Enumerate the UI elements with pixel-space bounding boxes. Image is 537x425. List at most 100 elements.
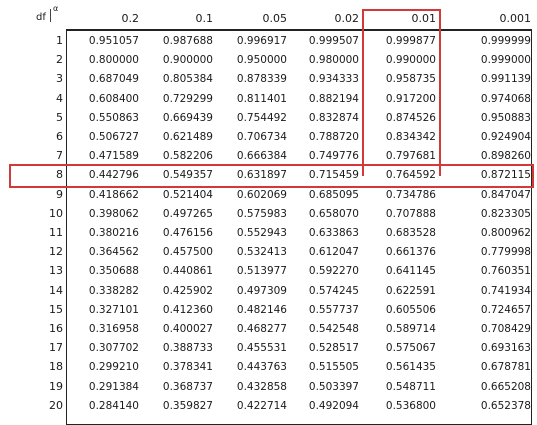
table-cell: 0.536800: [385, 399, 436, 412]
highlighted-column-box: [362, 9, 441, 176]
table-cell: 0.532413: [236, 246, 287, 259]
table-cell: 0.602069: [236, 188, 287, 201]
df-label: df: [36, 12, 46, 23]
table-cell: 0.557737: [308, 303, 359, 316]
table-cell: 0.582206: [162, 150, 213, 163]
table-cell: 0.548711: [385, 380, 436, 393]
table-cell: 0.724657: [480, 303, 531, 316]
table-cell: 0.471589: [88, 150, 139, 163]
table-cell: 0.368737: [162, 380, 213, 393]
table-cell: 0.754492: [236, 111, 287, 124]
table-cell: 0.987688: [162, 35, 213, 47]
table-cell: 0.561435: [385, 361, 436, 374]
table-cell: 0.678781: [480, 361, 531, 374]
table-cell: 0.378341: [162, 361, 213, 374]
table-cell: 0.633863: [308, 227, 359, 239]
table-cell: 0.542548: [308, 323, 359, 335]
df-cell: 6: [56, 130, 63, 143]
table-cell: 0.693163: [480, 342, 531, 355]
table-cell: 0.338282: [88, 284, 139, 297]
table-cell: 0.612047: [308, 246, 359, 259]
df-cell: 3: [56, 72, 63, 86]
table-cell: 0.779998: [480, 246, 531, 259]
table-cell: 0.882194: [308, 92, 359, 105]
table-cell: 0.605506: [385, 303, 436, 316]
df-cell: 15: [49, 302, 63, 316]
table-cell: 0.999999: [480, 35, 531, 47]
table-cell: 0.400027: [162, 323, 213, 335]
table-cell: 0.661376: [385, 246, 436, 259]
table-cell: 0.350688: [88, 265, 139, 278]
table-cell: 0.800962: [480, 227, 531, 239]
table-cell: 0.878339: [236, 73, 287, 86]
table-cell: 0.980000: [308, 54, 359, 67]
df-cell: 4: [56, 91, 63, 105]
table-cell: 0.706734: [236, 131, 287, 143]
table-cell: 0.457500: [162, 246, 213, 259]
table-cell: 0.552943: [236, 227, 287, 239]
df-cell: 1: [56, 34, 63, 47]
table-cell: 0.999000: [480, 54, 531, 67]
table-cell: 0.996917: [236, 35, 287, 47]
table-cell: 0.621489: [162, 131, 213, 143]
table-cell: 0.800000: [88, 54, 139, 67]
table-cell: 0.707888: [385, 207, 436, 220]
table-cell: 0.425902: [162, 284, 213, 297]
table-cell: 0.708429: [480, 323, 531, 335]
table-cell: 0.666384: [236, 150, 287, 163]
table-cell: 0.482146: [236, 303, 287, 316]
table-cell: 0.592270: [308, 265, 359, 278]
table-cell: 0.729299: [162, 92, 213, 105]
df-cell: 13: [49, 264, 63, 278]
table-cell: 0.299210: [88, 361, 139, 374]
table-cell: 0.749776: [308, 150, 359, 163]
table-cell: 0.805384: [162, 73, 213, 86]
df-cell: 5: [56, 110, 63, 124]
table-cell: 0.575067: [385, 342, 436, 355]
table-cell: 0.788720: [308, 131, 359, 143]
df-cell: 20: [49, 398, 63, 412]
table-cell: 0.443763: [236, 361, 287, 374]
table-cell: 0.589714: [385, 323, 436, 335]
df-cell: 18: [49, 360, 63, 374]
table-cell: 0.734786: [385, 188, 436, 201]
table-cell: 0.847047: [480, 188, 531, 201]
table-cell: 0.398062: [88, 207, 139, 220]
table-cell: 0.515505: [308, 361, 359, 374]
table-cell: 0.652378: [480, 399, 531, 412]
table-cell: 0.665208: [480, 380, 531, 393]
table-cell: 0.291384: [88, 380, 139, 393]
table-cell: 0.380216: [88, 227, 139, 239]
table-cell: 0.811401: [236, 92, 287, 105]
table-cell: 0.388733: [162, 342, 213, 355]
df-cell: 12: [49, 245, 63, 259]
df-cell: 19: [49, 379, 63, 393]
table-cell: 0.468277: [236, 323, 287, 335]
table-cell: 0.760351: [480, 265, 531, 278]
table-cell: 0.497265: [162, 207, 213, 220]
table-cell: 0.418662: [88, 188, 139, 201]
alpha-label: α: [53, 4, 59, 13]
df-cell: 7: [56, 149, 63, 163]
table-cell: 0.991139: [480, 73, 531, 86]
table-cell: 0.974068: [480, 92, 531, 105]
column-header-1: 0.2: [121, 12, 140, 25]
highlighted-row-box: [9, 164, 534, 188]
table-cell: 0.284140: [88, 399, 139, 412]
table-cell: 0.683528: [385, 227, 436, 239]
table-cell: 0.622591: [385, 284, 436, 297]
table-cell: 0.575983: [236, 207, 287, 220]
df-cell: 2: [56, 53, 63, 67]
column-header-6: 0.001: [499, 12, 532, 25]
table-cell: 0.412360: [162, 303, 213, 316]
table-cell: 0.497309: [236, 284, 287, 297]
df-cell: 10: [49, 206, 63, 220]
table-cell: 0.669439: [162, 111, 213, 124]
table-cell: 0.364562: [88, 246, 139, 259]
table-cell: 0.823305: [480, 207, 531, 220]
table-cell: 0.506727: [88, 131, 139, 143]
table-cell: 0.327101: [88, 303, 139, 316]
table-cell: 0.432858: [236, 380, 287, 393]
df-cell: 17: [49, 341, 63, 355]
df-cell: 16: [49, 322, 63, 335]
